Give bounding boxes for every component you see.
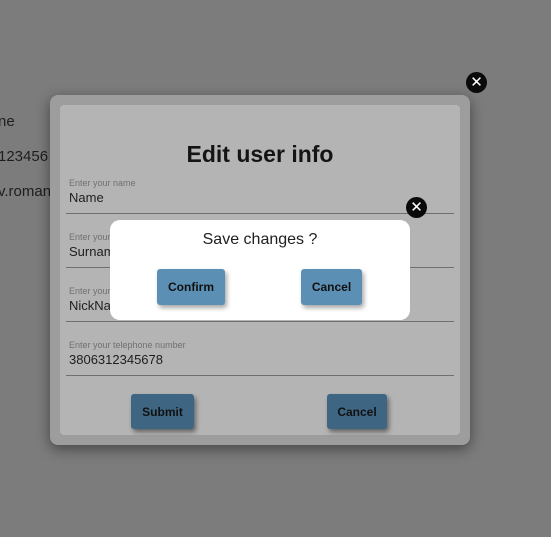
name-field-label: Enter your name (69, 178, 136, 188)
confirm-message: Save changes ? (202, 231, 318, 248)
telephone-field-value[interactable]: 3806312345678 (69, 352, 163, 367)
telephone-field-label: Enter your telephone number (69, 340, 186, 350)
submit-button[interactable]: Submit (131, 394, 194, 429)
close-icon[interactable]: ✕ (466, 72, 487, 93)
background-text-line: v.roman (0, 183, 52, 200)
modal-title: Edit user info (186, 141, 334, 167)
edit-cancel-button[interactable]: Cancel (327, 394, 387, 429)
telephone-field[interactable]: Enter your telephone number 380631234567… (66, 340, 454, 376)
background-text-line: 123456 (0, 148, 49, 165)
confirm-dialog: Save changes ? Confirm Cancel (110, 220, 410, 320)
confirm-button[interactable]: Confirm (157, 269, 225, 305)
dialog-cancel-button[interactable]: Cancel (301, 269, 362, 305)
background-text-line: ne (0, 113, 15, 130)
close-icon[interactable]: ✕ (406, 197, 427, 218)
name-field[interactable]: Enter your name Name (66, 178, 454, 214)
name-field-value[interactable]: Name (69, 190, 104, 205)
